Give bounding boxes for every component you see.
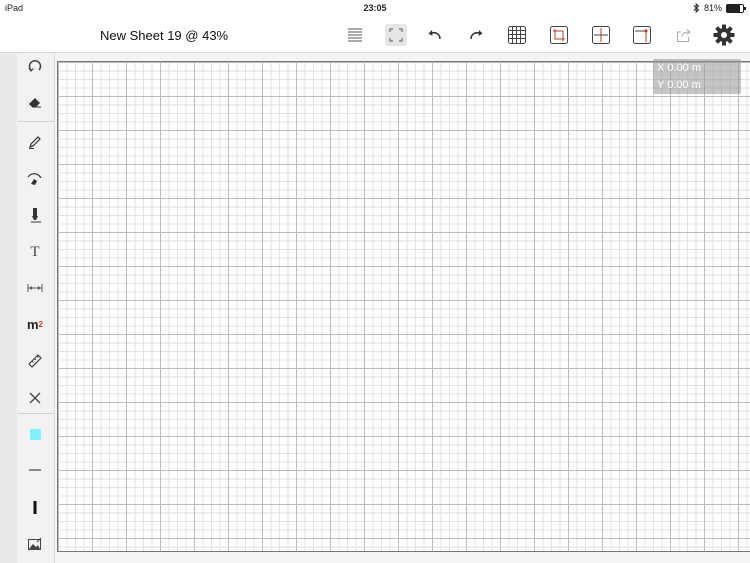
- status-right: 81%: [693, 3, 746, 13]
- line-thick-icon[interactable]: [24, 496, 46, 518]
- fit-screen-icon[interactable]: [385, 24, 407, 46]
- x-coordinate: X 0.00 m: [657, 62, 702, 74]
- crosshair-icon[interactable]: [590, 24, 612, 46]
- y-coordinate: Y 0.00 m: [657, 79, 701, 91]
- area-unit-label: m: [26, 316, 39, 332]
- frame-icon[interactable]: [548, 24, 570, 46]
- undo-icon[interactable]: [424, 24, 446, 46]
- battery-fill: [727, 4, 740, 12]
- sidebar-divider: [18, 121, 54, 122]
- battery-icon: [726, 3, 746, 13]
- list-icon[interactable]: [344, 24, 366, 46]
- rotate-icon[interactable]: [24, 55, 46, 77]
- sidebar-strip: [0, 53, 17, 563]
- close-icon[interactable]: [24, 387, 46, 409]
- ruler-icon[interactable]: [24, 350, 46, 372]
- redo-icon[interactable]: [465, 24, 487, 46]
- curve-pen-icon[interactable]: [24, 168, 46, 190]
- fill-color-swatch[interactable]: [24, 423, 46, 445]
- top-toolbar: New Sheet 19 @ 43%: [0, 17, 750, 53]
- pencil-icon[interactable]: [24, 131, 46, 153]
- status-bar: iPad 23:05 81%: [0, 0, 750, 16]
- marker-icon[interactable]: [631, 24, 653, 46]
- share-icon[interactable]: [673, 24, 695, 46]
- text-tool-icon[interactable]: T: [24, 241, 46, 263]
- dimension-icon[interactable]: [24, 277, 46, 299]
- sidebar-divider: [18, 413, 54, 414]
- fill-color-box: [29, 428, 41, 440]
- eraser-icon[interactable]: [24, 91, 46, 113]
- area-m2-icon[interactable]: m2: [24, 313, 46, 335]
- line-thin-icon[interactable]: [24, 459, 46, 481]
- grid-icon[interactable]: [506, 24, 528, 46]
- drawing-grid[interactable]: [57, 61, 750, 552]
- sheet-title[interactable]: New Sheet 19 @ 43%: [100, 28, 228, 43]
- image-icon[interactable]: [24, 533, 46, 555]
- clock: 23:05: [363, 3, 387, 13]
- bluetooth-icon: [693, 3, 700, 13]
- battery-percent: 81%: [703, 3, 722, 13]
- marker-pen-icon[interactable]: [24, 204, 46, 226]
- gear-icon[interactable]: [713, 24, 735, 46]
- coordinate-readout: X 0.00 m Y 0.00 m: [653, 59, 741, 94]
- area-superscript: 2: [38, 319, 43, 329]
